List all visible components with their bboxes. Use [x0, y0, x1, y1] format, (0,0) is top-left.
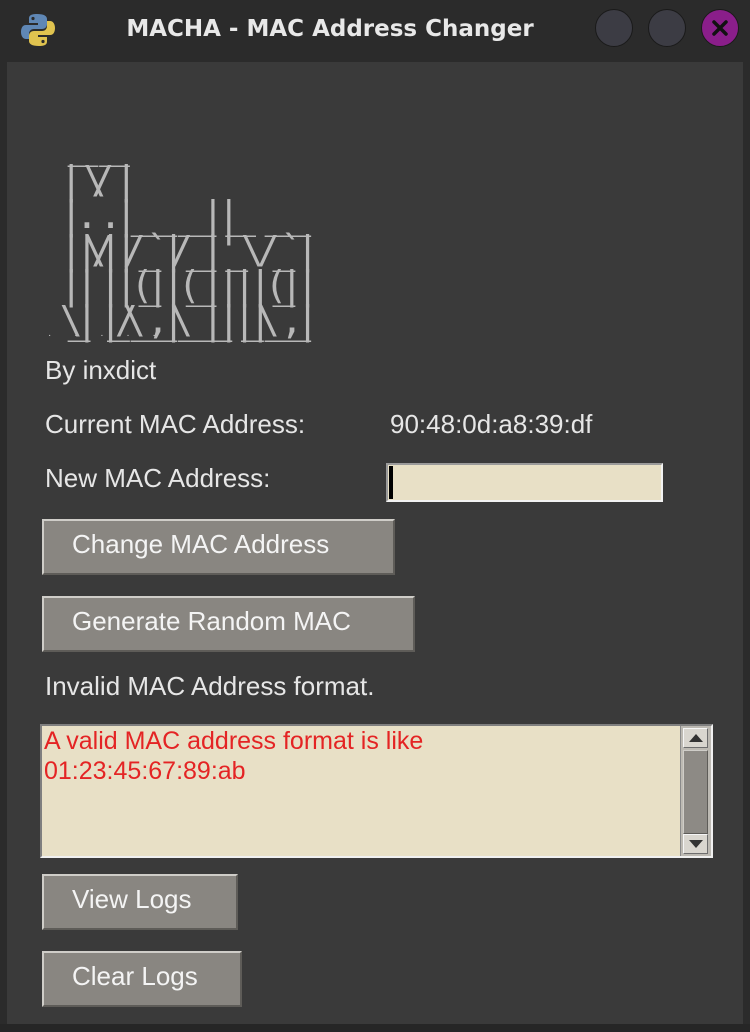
title-bar[interactable]: MACHA - MAC Address Changer — [0, 0, 750, 62]
log-output[interactable]: A valid MAC address format is like 01:23… — [40, 724, 713, 858]
new-mac-input[interactable] — [386, 463, 663, 502]
ascii-banner: __ __ | \/ | | . . | __ _ ___| |__ __ _ … — [59, 123, 319, 342]
scroll-thumb[interactable] — [683, 750, 708, 834]
scroll-up-button[interactable] — [683, 728, 708, 748]
triangle-up-icon — [688, 734, 703, 742]
close-icon — [712, 20, 728, 36]
log-scrollbar[interactable] — [680, 726, 711, 856]
change-mac-button[interactable]: Change MAC Address — [42, 519, 395, 575]
triangle-down-icon — [688, 840, 703, 848]
log-text: A valid MAC address format is like 01:23… — [44, 727, 424, 785]
window-border-right — [743, 62, 750, 1024]
ascii-banner-dots: · · · · · — [48, 330, 166, 341]
clear-logs-button[interactable]: Clear Logs — [42, 951, 242, 1007]
status-message: Invalid MAC Address format. — [45, 671, 375, 701]
current-mac-label: Current MAC Address: — [45, 409, 306, 439]
window-title: MACHA - MAC Address Changer — [126, 16, 534, 42]
author-label: By inxdict — [45, 355, 157, 385]
new-mac-label: New MAC Address: — [45, 463, 271, 493]
maximize-button[interactable] — [648, 9, 686, 47]
window-border-left — [0, 62, 7, 1024]
window-border-bottom — [0, 1024, 750, 1032]
generate-random-mac-button[interactable]: Generate Random MAC — [42, 596, 415, 652]
current-mac-value: 90:48:0d:a8:39:df — [390, 409, 593, 439]
app-window: MACHA - MAC Address Changer __ __ | \/ |… — [0, 0, 750, 1032]
close-button[interactable] — [701, 9, 739, 47]
text-cursor — [389, 466, 393, 499]
scroll-down-button[interactable] — [683, 834, 708, 854]
minimize-button[interactable] — [595, 9, 633, 47]
view-logs-button[interactable]: View Logs — [42, 874, 238, 930]
